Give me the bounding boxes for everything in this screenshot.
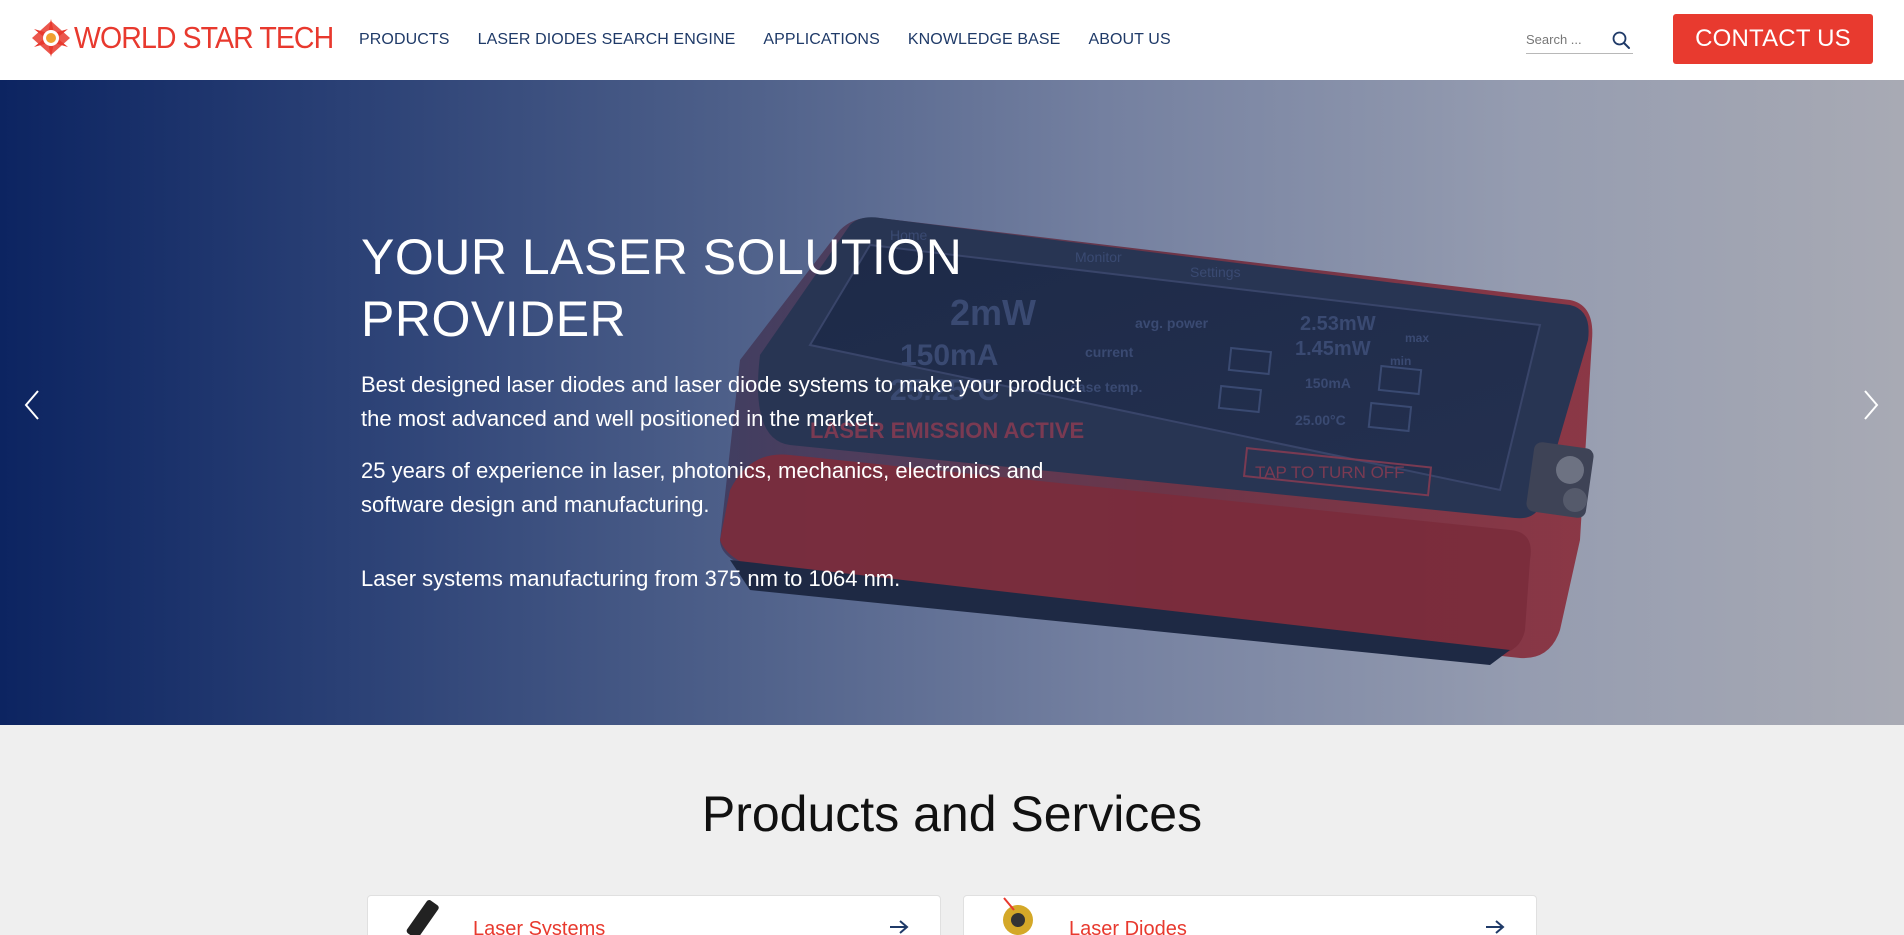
nav-products[interactable]: PRODUCTS xyxy=(359,31,450,49)
device-max-label: max xyxy=(1405,331,1429,345)
device-max-value: 2.53mW xyxy=(1300,313,1376,335)
product-card-label: Laser Systems xyxy=(473,918,606,935)
hero-paragraph-3: Laser systems manufacturing from 375 nm … xyxy=(361,566,901,591)
device-min-value: 1.45mW xyxy=(1295,338,1371,360)
laser-module-image xyxy=(406,900,439,935)
search-input[interactable] xyxy=(1526,26,1606,52)
product-card-laser-systems[interactable]: Laser Systems xyxy=(367,895,941,935)
device-tab-settings: Settings xyxy=(1190,264,1241,280)
chevron-right-icon[interactable] xyxy=(1857,385,1885,425)
device-min-label: min xyxy=(1390,354,1411,368)
hero-paragraph-1: Best designed laser diodes and laser dio… xyxy=(361,372,1082,431)
products-section-title: Products and Services xyxy=(701,786,1203,842)
chevron-left-icon[interactable] xyxy=(18,385,46,425)
logo-text: WORLD STAR TECH xyxy=(74,20,334,55)
nav-about-us[interactable]: ABOUT US xyxy=(1088,31,1170,49)
device-setpoint-current: 150mA xyxy=(1305,375,1351,391)
logo[interactable]: WORLD STAR TECH xyxy=(30,17,356,59)
logo-star-icon xyxy=(32,19,70,57)
hero-paragraph-2: 25 years of experience in laser, photoni… xyxy=(361,458,1044,517)
site-header: WORLD STAR TECH PRODUCTS LASER DIODES SE… xyxy=(0,0,1904,80)
nav-knowledge-base[interactable]: KNOWLEDGE BASE xyxy=(908,31,1061,49)
product-card-laser-diodes[interactable]: Laser Diodes xyxy=(963,895,1537,935)
hero-content: YOUR LASER SOLUTION PROVIDER Best design… xyxy=(361,226,1161,596)
hero-title: YOUR LASER SOLUTION PROVIDER xyxy=(361,229,963,347)
nav-laser-diodes-search-engine[interactable]: LASER DIODES SEARCH ENGINE xyxy=(478,31,736,49)
main-nav: PRODUCTS LASER DIODES SEARCH ENGINE APPL… xyxy=(359,0,1199,80)
arrow-right-icon xyxy=(1486,920,1505,934)
hero-slider: Home Monitor Settings 2mW 150mA 25.25°C … xyxy=(0,80,1904,725)
contact-us-button[interactable]: CONTACT US xyxy=(1673,14,1873,64)
laser-diode-image xyxy=(1003,897,1033,935)
arrow-right-icon xyxy=(890,920,909,934)
device-setpoint-temp: 25.00°C xyxy=(1295,412,1346,428)
nav-applications[interactable]: APPLICATIONS xyxy=(763,31,880,49)
product-card-label: Laser Diodes xyxy=(1069,918,1187,935)
search-box xyxy=(1526,26,1633,54)
search-icon[interactable] xyxy=(1611,30,1631,50)
